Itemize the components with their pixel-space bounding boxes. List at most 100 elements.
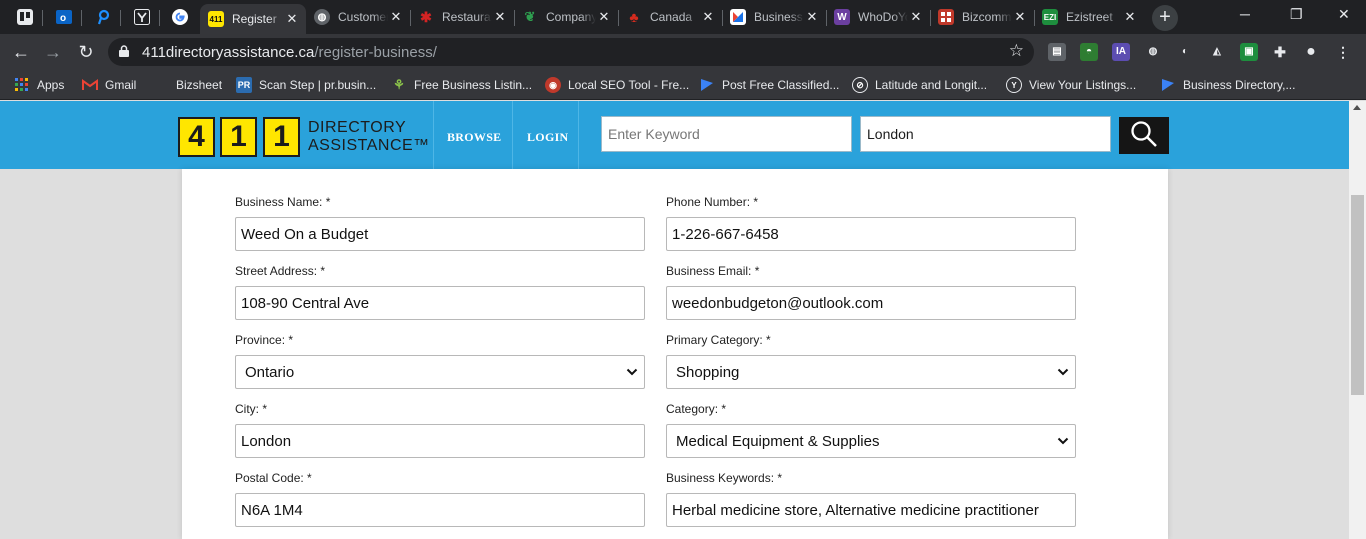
street-address-label: Street Address: * xyxy=(235,264,326,278)
tab-pinned-google[interactable] xyxy=(166,4,194,30)
bookmark-business-directory[interactable]: Business Directory,... xyxy=(1160,76,1295,94)
location-search-input[interactable] xyxy=(860,116,1111,152)
close-icon[interactable]: ✕ xyxy=(1122,9,1138,25)
extension-icon[interactable]: ◓ xyxy=(1080,43,1098,61)
minimize-icon[interactable]: ─ xyxy=(1240,6,1250,22)
bookmark-latitude-longitude[interactable]: ⊘ Latitude and Longit... xyxy=(852,76,987,94)
extension-icon[interactable]: ◐ xyxy=(1176,43,1194,61)
nav-browse-link[interactable]: BROWSE xyxy=(447,130,501,145)
close-window-icon[interactable]: ✕ xyxy=(1338,6,1350,23)
bizcommunity-icon xyxy=(938,9,954,25)
city-field[interactable] xyxy=(235,424,645,458)
bookmark-post-free-classified[interactable]: Post Free Classified... xyxy=(699,76,839,94)
url-text: 411directoryassistance.ca/register-busin… xyxy=(142,44,437,61)
street-address-field[interactable] xyxy=(235,286,645,320)
pressreader-icon xyxy=(97,9,110,25)
extension-icon[interactable]: ▣ xyxy=(1240,43,1258,61)
primary-category-label: Primary Category: * xyxy=(666,333,771,347)
tab-whodoyou[interactable]: W WhoDoYou ✕ xyxy=(826,4,930,30)
logo-digit: 1 xyxy=(220,117,257,157)
bookmark-scan-step[interactable]: PR Scan Step | pr.busin... xyxy=(236,76,376,94)
nav-login-link[interactable]: LOGIN xyxy=(527,130,569,145)
tab-customer[interactable]: ◍ Customer ✕ xyxy=(306,4,410,30)
category-select[interactable]: Medical Equipment & Supplies xyxy=(666,424,1076,458)
globe-icon: ◍ xyxy=(314,9,330,25)
business-name-field[interactable] xyxy=(235,217,645,251)
bookmark-label: Post Free Classified... xyxy=(722,78,840,92)
chevron-down-icon xyxy=(1057,437,1069,445)
back-icon[interactable]: ← xyxy=(10,41,32,63)
brain-icon: ◉ xyxy=(545,77,561,93)
tab-bizcommunity[interactable]: Bizcommunity ✕ xyxy=(930,4,1034,30)
bookmark-label: Latitude and Longit... xyxy=(875,78,988,92)
city-label: City: * xyxy=(235,402,268,416)
province-select[interactable]: Ontario xyxy=(235,355,645,389)
scroll-up-arrow-icon[interactable] xyxy=(1353,105,1361,110)
scroll-thumb[interactable] xyxy=(1351,195,1364,395)
restore-icon[interactable]: ❐ xyxy=(1290,6,1303,23)
close-icon[interactable]: ✕ xyxy=(700,9,716,25)
bookmark-bizsheet[interactable]: Bizsheet xyxy=(176,76,222,94)
flag-icon xyxy=(699,77,715,93)
extension-icon[interactable]: ◭ xyxy=(1208,43,1226,61)
yext-circle-icon: Y xyxy=(1006,77,1022,93)
new-tab-button[interactable]: + xyxy=(1152,5,1178,31)
close-icon[interactable]: ✕ xyxy=(388,9,404,25)
url-host: 411directoryassistance.ca xyxy=(142,44,315,61)
tab-ezistreet[interactable]: EZI Ezistreet ✕ xyxy=(1034,4,1144,30)
bookmark-label: Apps xyxy=(37,78,65,92)
bookmark-gmail[interactable]: Gmail xyxy=(82,76,136,94)
address-bar[interactable]: 411directoryassistance.ca/register-busin… xyxy=(108,38,1034,66)
logo-line1: DIRECTORY xyxy=(308,119,407,136)
logo-wordmark: DIRECTORY ASSISTANCE™ xyxy=(308,119,430,155)
category-selected-value: Medical Equipment & Supplies xyxy=(676,432,880,450)
profile-avatar-icon[interactable]: ● xyxy=(1302,43,1320,61)
tab-restaurants[interactable]: ✱ Restaurants ✕ xyxy=(410,4,514,30)
business-email-field[interactable] xyxy=(666,286,1076,320)
tab-register[interactable]: 411 Register ✕ xyxy=(200,4,306,34)
tab-pinned-outlook[interactable]: o xyxy=(50,4,78,30)
url-path: /register-business/ xyxy=(314,44,437,61)
close-icon[interactable]: ✕ xyxy=(284,11,300,27)
bookmark-free-business-listing[interactable]: ⚘ Free Business Listin... xyxy=(391,76,532,94)
close-icon[interactable]: ✕ xyxy=(596,9,612,25)
tab-pinned-pressreader[interactable] xyxy=(89,4,117,30)
tab-pinned-trello[interactable] xyxy=(11,4,39,30)
tab-title: Customer xyxy=(338,10,388,24)
compass-icon: ⊘ xyxy=(852,77,868,93)
puzzle-icon[interactable]: ✚ xyxy=(1271,43,1289,61)
close-icon[interactable]: ✕ xyxy=(492,9,508,25)
menu-kebab-icon[interactable]: ⋮ xyxy=(1334,43,1352,61)
search-button[interactable] xyxy=(1119,117,1169,154)
bookmark-apps[interactable]: Apps xyxy=(14,76,64,94)
pr-icon: PR xyxy=(236,77,252,93)
reload-icon[interactable]: ↻ xyxy=(75,41,97,63)
business-keywords-field[interactable] xyxy=(666,493,1076,527)
primary-category-select[interactable]: Shopping xyxy=(666,355,1076,389)
tab-company[interactable]: ❦ Company ✕ xyxy=(514,4,618,30)
maple-leaf-icon: ♣ xyxy=(629,9,639,25)
tab-pinned-yext[interactable] xyxy=(128,4,156,30)
bookmark-view-your-listings[interactable]: Y View Your Listings... xyxy=(1006,76,1136,94)
close-icon[interactable]: ✕ xyxy=(908,9,924,25)
close-icon[interactable]: ✕ xyxy=(1012,9,1028,25)
page-scrollbar[interactable] xyxy=(1349,101,1366,539)
keyword-search-input[interactable] xyxy=(601,116,852,152)
forward-icon[interactable]: → xyxy=(42,41,64,63)
primary-category-selected-value: Shopping xyxy=(676,363,740,381)
bookmarks-bar: Apps Gmail Bizsheet PR Scan Step | pr.bu… xyxy=(0,70,1366,100)
search-icon xyxy=(1131,121,1157,147)
postal-code-field[interactable] xyxy=(235,493,645,527)
tab-business[interactable]: Business ✕ xyxy=(722,4,826,30)
site-logo[interactable]: 4 1 1 DIRECTORY ASSISTANCE™ xyxy=(178,117,429,157)
globe-extension-icon[interactable]: ◍ xyxy=(1144,43,1162,61)
bookmark-local-seo-tool[interactable]: ◉ Local SEO Tool - Fre... xyxy=(545,76,689,94)
bookmark-star-icon[interactable]: ☆ xyxy=(1009,41,1024,61)
tab-canada[interactable]: ♣ Canada ✕ xyxy=(618,4,722,30)
extension-icon[interactable]: ▤ xyxy=(1048,43,1066,61)
business-email-label: Business Email: * xyxy=(666,264,760,278)
extension-ia-icon[interactable]: IA xyxy=(1112,43,1130,61)
close-icon[interactable]: ✕ xyxy=(804,9,820,25)
bookmark-label: Scan Step | pr.busin... xyxy=(259,78,377,92)
phone-number-field[interactable] xyxy=(666,217,1076,251)
